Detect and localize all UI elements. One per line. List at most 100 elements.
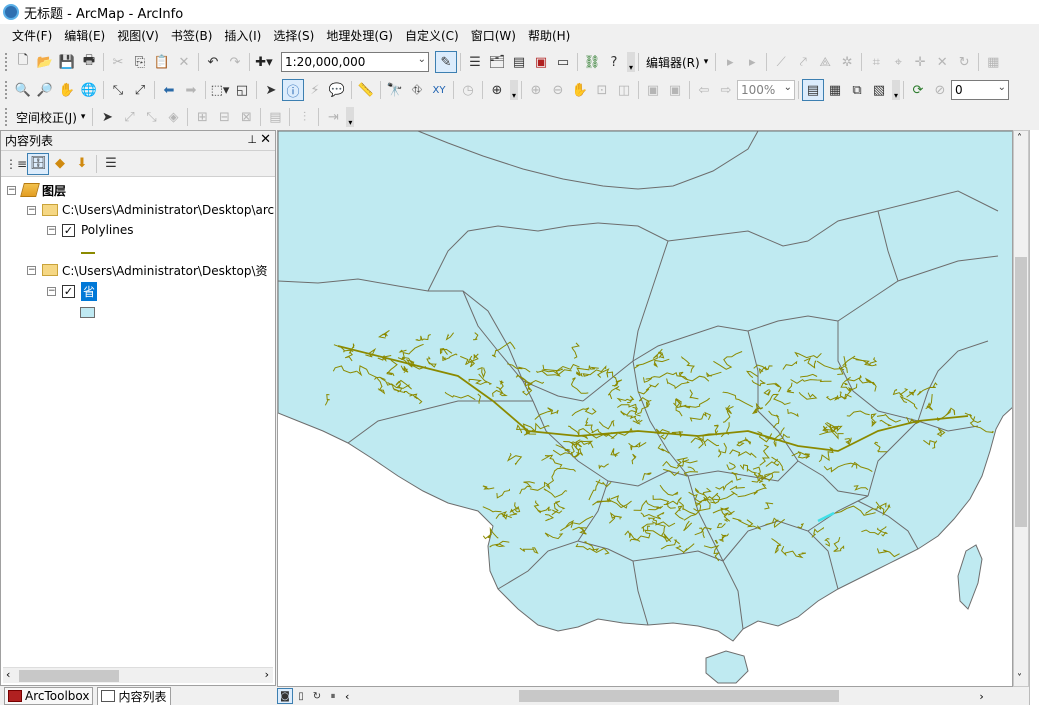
close-icon[interactable]: ✕ <box>260 132 271 147</box>
layout-forward-icon[interactable]: ⇨ <box>715 79 737 101</box>
python-window-icon[interactable]: ▭ <box>552 51 574 73</box>
open-folder-icon[interactable]: 📂 <box>34 51 56 73</box>
go-back-icon[interactable]: ⬅ <box>158 79 180 101</box>
list-by-source-icon[interactable]: 🗄 <box>27 152 49 175</box>
edit-annotation-icon[interactable]: ▸ <box>741 51 763 73</box>
georeferencing-rotate-icon[interactable]: ⊘ <box>929 79 951 101</box>
new-displacement-link-icon[interactable]: ⤢ <box>118 106 140 128</box>
layout-back-icon[interactable]: ⇦ <box>693 79 715 101</box>
zoom-whole-page-icon[interactable]: ⊡ <box>591 79 613 101</box>
construction-tools-icon[interactable]: ⟁ <box>814 51 836 73</box>
select-elements-icon[interactable]: ➤ <box>260 79 282 101</box>
editor-toolbar-icon[interactable]: ✎ <box>435 51 457 73</box>
edit-tool-arrow-icon[interactable]: ➤ <box>96 106 118 128</box>
change-layout-icon[interactable]: ⧉ <box>846 79 868 101</box>
cut-icon[interactable]: ✂ <box>107 51 129 73</box>
tree-workspace-2[interactable]: − C:\Users\Administrator\Desktop\资 <box>27 260 268 280</box>
tree-layer-polylines[interactable]: − ✓ Polylines <box>47 220 134 240</box>
toggle-draft-mode-icon[interactable]: ▤ <box>802 79 824 101</box>
spatial-adjustment-menu-button[interactable]: 空间校正(J) <box>12 109 81 126</box>
arctoolbox-window-icon[interactable]: ▣ <box>530 51 552 73</box>
layout-view-icon[interactable]: ▯ <box>293 688 309 704</box>
menu-help[interactable]: 帮助(H) <box>522 25 576 48</box>
table-of-contents-window-icon[interactable]: ☰ <box>464 51 486 73</box>
view-link-table-icon[interactable]: ▤ <box>264 106 286 128</box>
menu-insert[interactable]: 插入(I) <box>218 25 267 48</box>
menu-edit[interactable]: 编辑(E) <box>58 25 111 48</box>
scroll-right-icon[interactable]: › <box>265 668 269 681</box>
delete-icon[interactable]: ✕ <box>173 51 195 73</box>
toolbar-overflow-icon[interactable]: ▾ <box>892 80 900 100</box>
scroll-down-icon[interactable]: ˅ <box>1017 673 1022 684</box>
tree-root-layers[interactable]: − 图层 <box>7 180 66 200</box>
modify-link-icon[interactable]: ⤡ <box>140 106 162 128</box>
focus-data-frame-icon[interactable]: ▦ <box>824 79 846 101</box>
scroll-up-icon[interactable]: ˄ <box>1017 133 1022 144</box>
layout-zoom-percent-combo[interactable]: 100% ⌄ <box>737 80 795 100</box>
multi-displacement-icon[interactable]: ◈ <box>162 106 184 128</box>
straight-segment-icon[interactable]: ⟋ <box>770 51 792 73</box>
redo-icon[interactable]: ↷ <box>224 51 246 73</box>
spatial-adjustment-dropdown-icon[interactable]: ▾ <box>81 112 86 122</box>
layout-zoom-out-icon[interactable]: ⊖ <box>547 79 569 101</box>
scrollbar-thumb[interactable] <box>19 670 119 682</box>
select-features-icon[interactable]: ⬚▾ <box>209 79 231 101</box>
map-horizontal-scrollbar[interactable]: ◙ ▯ ↻ ⏸ ‹ › <box>277 687 1013 705</box>
toolbar-grip[interactable] <box>5 81 9 99</box>
vertex-icon[interactable]: ✲ <box>836 51 858 73</box>
split-icon[interactable]: ✛ <box>909 51 931 73</box>
attributes-icon[interactable]: ▦ <box>982 51 1004 73</box>
paste-icon[interactable]: 📋 <box>151 51 173 73</box>
new-identity-link-icon[interactable]: ⊞ <box>191 106 213 128</box>
toolbar-grip[interactable] <box>5 53 9 71</box>
map-scale-combo[interactable]: 1:20,000,000 ⌄ <box>281 52 429 72</box>
search-window-icon[interactable]: ▤ <box>508 51 530 73</box>
toolbar-overflow-icon[interactable]: ▾ <box>346 107 355 127</box>
toolbar-grip[interactable] <box>5 108 9 126</box>
scrollbar-thumb[interactable] <box>1015 257 1027 527</box>
polygon-symbol-swatch[interactable] <box>80 307 95 318</box>
pin-icon[interactable]: ⊥ <box>247 133 257 146</box>
menu-bookmarks[interactable]: 书签(B) <box>165 25 219 48</box>
edge-match-icon[interactable]: ⫶ <box>293 106 315 128</box>
layout-zoom-in-icon[interactable]: ⊕ <box>525 79 547 101</box>
toolbar-overflow-icon[interactable]: ▾ <box>510 80 518 100</box>
find-icon[interactable]: 🔭 <box>384 79 406 101</box>
new-document-icon[interactable]: 🗋 <box>12 51 34 73</box>
data-view-icon[interactable]: ◙ <box>277 688 293 704</box>
georeferencing-refresh-icon[interactable]: ⟳ <box>907 79 929 101</box>
edit-vertices-icon[interactable]: ⌗ <box>865 51 887 73</box>
html-popup-icon[interactable]: 💬 <box>326 79 348 101</box>
menu-customize[interactable]: 自定义(C) <box>399 25 465 48</box>
hyperlink-icon[interactable]: ⚡ <box>304 79 326 101</box>
collapse-icon[interactable]: − <box>27 265 36 275</box>
menu-windows[interactable]: 窗口(W) <box>465 25 522 48</box>
editor-menu-button[interactable]: 编辑器(R) <box>642 54 704 71</box>
layer-value-combo[interactable]: 0 ⌄ <box>951 80 1009 100</box>
menu-selection[interactable]: 选择(S) <box>267 25 320 48</box>
menu-geoprocessing[interactable]: 地理处理(G) <box>320 25 399 48</box>
zoom-100-icon[interactable]: ◫ <box>613 79 635 101</box>
time-slider-icon[interactable]: ◷ <box>457 79 479 101</box>
attribute-transfer-icon[interactable]: ⇥ <box>322 106 344 128</box>
edit-tool-icon[interactable]: ▸ <box>719 51 741 73</box>
zoom-out-icon[interactable]: 🔎 <box>34 79 56 101</box>
refresh-view-icon[interactable]: ↻ <box>309 688 325 704</box>
rotate-icon[interactable]: ↻ <box>953 51 975 73</box>
tree-layer-province[interactable]: − ✓ 省 <box>47 281 98 301</box>
clear-limited-adjust-icon[interactable]: ⊠ <box>235 106 257 128</box>
map-canvas[interactable] <box>278 131 1013 687</box>
identify-icon[interactable]: ⓘ <box>282 79 304 101</box>
full-extent-icon[interactable]: 🌐 <box>78 79 100 101</box>
find-route-icon[interactable]: ⛗ <box>406 79 428 101</box>
polyline-symbol-swatch[interactable] <box>81 252 95 254</box>
layout-pan-icon[interactable]: ✋ <box>569 79 591 101</box>
collapse-icon[interactable]: − <box>27 205 36 215</box>
undo-icon[interactable]: ↶ <box>202 51 224 73</box>
toc-horizontal-scrollbar[interactable]: ‹ › <box>3 667 273 683</box>
save-icon[interactable]: 💾 <box>56 51 78 73</box>
editor-dropdown-icon[interactable]: ▾ <box>704 57 709 67</box>
reshape-icon[interactable]: ⌖ <box>887 51 909 73</box>
zoom-in-icon[interactable]: 🔍 <box>12 79 34 101</box>
menu-file[interactable]: 文件(F) <box>0 25 58 48</box>
